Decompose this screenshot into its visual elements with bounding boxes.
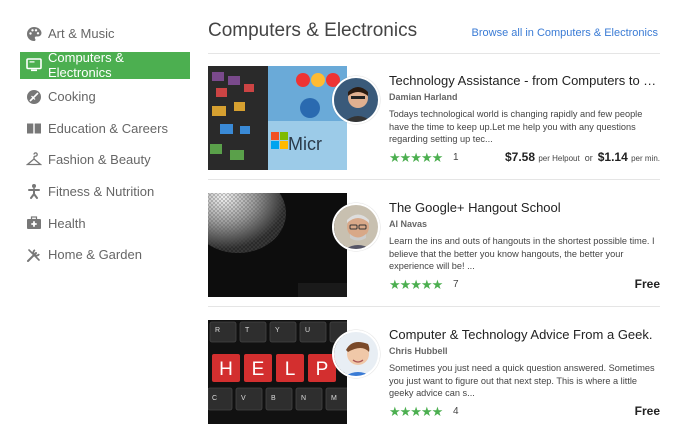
- price-unit: per Helpout: [538, 154, 580, 163]
- key-label: U: [305, 327, 310, 334]
- helpout-description: Sometimes you just need a quick question…: [389, 363, 655, 398]
- key-label: L: [285, 359, 296, 380]
- key-label: V: [241, 395, 246, 402]
- fitness-icon: [26, 183, 42, 200]
- price-unit: per min.: [631, 154, 660, 163]
- expert-name[interactable]: Al Navas: [389, 219, 660, 229]
- sidebar-item-label: Health: [48, 215, 86, 231]
- category-sidebar: Art & Music Computers & Electronics Cook…: [20, 20, 190, 273]
- helpout-card[interactable]: The Google+ Hangout School Al Navas Lear…: [208, 193, 660, 307]
- key-label: T: [245, 327, 250, 334]
- monitor-icon: [26, 57, 42, 73]
- sidebar-item-education-careers[interactable]: Education & Careers: [20, 115, 190, 142]
- key-label: R: [215, 327, 220, 334]
- helpout-thumbnail[interactable]: R T Y U C V B N M H E L P: [208, 320, 347, 424]
- sidebar-item-cooking[interactable]: Cooking: [20, 83, 190, 110]
- price-per-minute: $1.14: [597, 150, 628, 164]
- avatar: [332, 76, 380, 124]
- helpout-info: Computer & Technology Advice From a Geek…: [389, 327, 660, 400]
- key-label: E: [252, 359, 265, 380]
- helpout-title[interactable]: Technology Assistance - from Computers t…: [389, 73, 660, 88]
- helpout-meta: ★★★★★ 7 Free: [389, 277, 660, 293]
- helpout-card[interactable]: R T Y U C V B N M H E L P Computer & Tec…: [208, 320, 660, 434]
- sidebar-item-label: Education & Careers: [48, 120, 168, 136]
- rating-count: 1: [453, 152, 459, 163]
- helpout-description: Todays technological world is changing r…: [389, 109, 643, 144]
- helpout-meta: ★★★★★ 4 Free: [389, 404, 660, 420]
- helpout-description: Learn the ins and outs of hangouts in th…: [389, 236, 655, 271]
- avatar: [332, 330, 380, 378]
- helpout-info: The Google+ Hangout School Al Navas Lear…: [389, 200, 660, 273]
- price: Free: [634, 404, 660, 418]
- palette-icon: [26, 26, 42, 42]
- expert-name[interactable]: Chris Hubbell: [389, 346, 660, 356]
- sidebar-item-label: Computers & Electronics: [48, 50, 124, 81]
- avatar: [332, 203, 380, 251]
- price: $7.58 per Helpout or $1.14 per min.: [505, 150, 660, 164]
- rating-count: 4: [453, 406, 459, 417]
- helpout-thumbnail[interactable]: Micr: [208, 66, 347, 170]
- sidebar-item-fashion-beauty[interactable]: Fashion & Beauty: [20, 146, 190, 173]
- helpout-title[interactable]: The Google+ Hangout School: [389, 200, 660, 215]
- sidebar-item-label: Cooking: [48, 89, 96, 105]
- main-header: Computers & Electronics Browse all in Co…: [208, 20, 660, 54]
- key-label: B: [271, 395, 276, 402]
- sidebar-item-health[interactable]: Health: [20, 210, 190, 237]
- thumb-text: Micr: [288, 134, 322, 154]
- page-title: Computers & Electronics: [208, 20, 418, 41]
- sidebar-item-home-garden[interactable]: Home & Garden: [20, 241, 190, 268]
- helpout-info: Technology Assistance - from Computers t…: [389, 73, 660, 146]
- price-or: or: [584, 153, 593, 163]
- rating-count: 7: [453, 279, 459, 290]
- key-label: M: [331, 395, 337, 402]
- book-icon: [26, 120, 42, 136]
- helpout-card[interactable]: Micr Technology Assistance - from Comput…: [208, 66, 660, 180]
- sidebar-item-fitness-nutrition[interactable]: Fitness & Nutrition: [20, 178, 190, 205]
- sidebar-item-computers-electronics[interactable]: Computers & Electronics: [20, 50, 190, 81]
- browse-all-link[interactable]: Browse all in Computers & Electronics: [472, 27, 658, 39]
- key-label: Y: [275, 327, 280, 334]
- sidebar-item-label: Home & Garden: [48, 247, 142, 263]
- star-rating: ★★★★★: [389, 277, 443, 292]
- key-label: N: [301, 395, 306, 402]
- sidebar-item-art-music[interactable]: Art & Music: [20, 20, 190, 47]
- helpout-meta: ★★★★★ 1 $7.58 per Helpout or $1.14 per min…: [389, 150, 660, 166]
- key-label: C: [212, 395, 217, 402]
- expert-name[interactable]: Damian Harland: [389, 92, 660, 102]
- star-rating: ★★★★★: [389, 404, 443, 419]
- sidebar-item-label: Art & Music: [48, 26, 115, 41]
- hanger-icon: [26, 152, 42, 168]
- helpout-title[interactable]: Computer & Technology Advice From a Geek…: [389, 327, 660, 342]
- star-rating: ★★★★★: [389, 150, 443, 165]
- key-label: P: [316, 359, 329, 380]
- price-per-helpout: $7.58: [504, 150, 535, 164]
- key-label: H: [219, 359, 233, 380]
- price: Free: [634, 277, 660, 291]
- cooking-icon: [26, 89, 42, 105]
- helpout-thumbnail[interactable]: [208, 193, 347, 297]
- sidebar-item-label: Fashion & Beauty: [48, 152, 151, 168]
- tools-icon: [26, 247, 42, 263]
- sidebar-item-label: Fitness & Nutrition: [48, 183, 155, 199]
- medical-kit-icon: [26, 215, 42, 231]
